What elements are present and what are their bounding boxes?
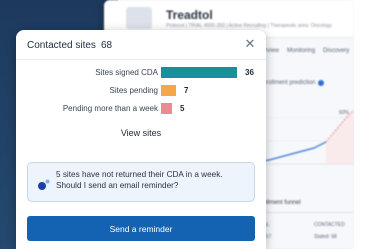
bar-value-label: 7 xyxy=(184,86,189,95)
bar-value-label: 5 xyxy=(180,104,185,113)
bar xyxy=(161,85,176,96)
background-app-title: Treadtol xyxy=(166,8,213,22)
app-logo xyxy=(126,7,152,29)
popover-count: 68 xyxy=(100,40,113,51)
background-chart-percent: 60% xyxy=(339,110,350,116)
reminder-message: 5 sites have not returned their CDA in a… xyxy=(56,170,223,190)
background-right-margin xyxy=(354,0,375,249)
bar xyxy=(161,67,237,78)
background-prediction-label: Enrollment prediction xyxy=(259,80,316,86)
bar-label: Pending more than a week xyxy=(62,104,158,113)
popover-header: Contacted sites 68 ✕ xyxy=(16,30,266,60)
background-divider xyxy=(254,212,354,213)
popover-title: Contacted sites 68 xyxy=(27,40,112,51)
send-reminder-button[interactable]: Send a reminder xyxy=(27,216,255,241)
background-prediction-dot xyxy=(318,80,324,86)
background-funnel-right-value: Stated: 68 xyxy=(314,234,337,240)
close-icon[interactable]: ✕ xyxy=(242,36,258,52)
ai-sparkle-icon xyxy=(38,179,50,190)
background-tabs: Overview Monitoring Discovery xyxy=(254,48,349,54)
bar-label: Sites pending xyxy=(109,86,158,95)
bar xyxy=(161,103,172,114)
background-funnel-col-right: CONTACTED xyxy=(314,222,345,228)
background-line-chart: 60% xyxy=(254,109,354,165)
view-sites-link[interactable]: View sites xyxy=(16,128,266,138)
bar-value-label: 36 xyxy=(245,68,254,77)
contacted-sites-popover: Contacted sites 68 ✕ Sites signed CDA 36 Si… xyxy=(16,30,266,249)
bar-label: Sites signed CDA xyxy=(95,68,158,77)
ai-reminder-suggestion: 5 sites have not returned their CDA in a… xyxy=(27,162,255,202)
background-tab[interactable]: Monitoring xyxy=(287,48,315,54)
background-meta: Protocol | TRIAL 4930-393 | Active Recru… xyxy=(166,23,332,29)
contacted-sites-bar-chart: Sites signed CDA 36 Sites pending 7 Pending … xyxy=(16,66,266,152)
popover-title-text: Contacted sites xyxy=(27,40,96,51)
background-tab[interactable]: Discovery xyxy=(323,48,349,54)
